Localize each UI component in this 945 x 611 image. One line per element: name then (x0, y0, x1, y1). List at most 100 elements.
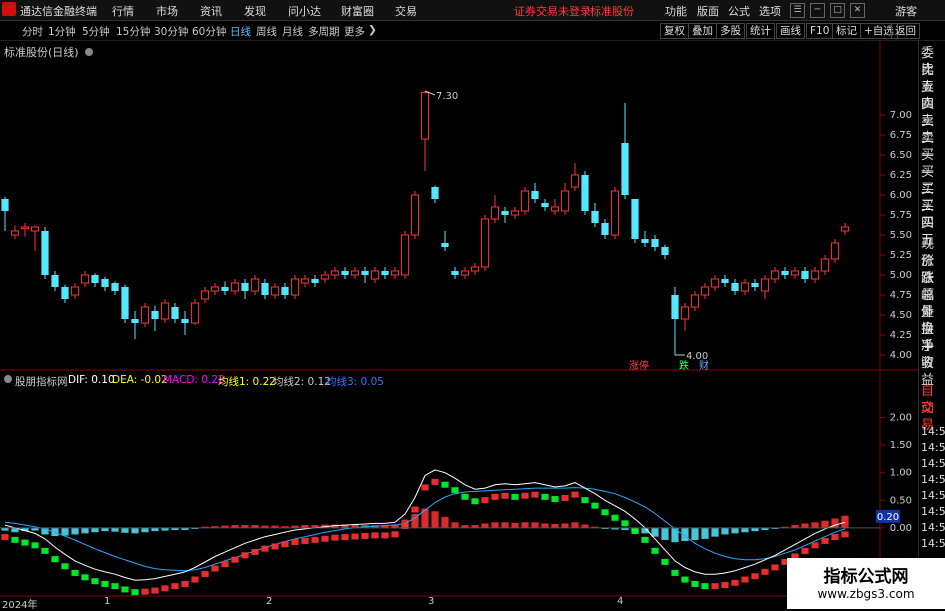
signal-marker (361, 532, 369, 539)
menu-trade[interactable]: 交易 (395, 3, 417, 19)
menu-function[interactable]: 功能 (665, 3, 687, 19)
signal-marker (51, 556, 59, 563)
menu-news[interactable]: 资讯 (200, 3, 222, 19)
candle-body (510, 210, 520, 216)
candle-body (700, 286, 710, 296)
signal-marker (441, 481, 449, 488)
candle-body (591, 211, 599, 223)
signal-marker (331, 534, 339, 541)
period-15min[interactable]: 15分钟 (116, 24, 150, 39)
candle-body (490, 206, 500, 220)
candle-body (210, 286, 220, 292)
period-more[interactable]: 更多 (344, 24, 365, 39)
signal-marker (731, 579, 739, 586)
menu-wealth[interactable]: 财富圈 (341, 3, 374, 19)
multi-stock-button[interactable]: 多股 (716, 23, 745, 39)
menu-market[interactable]: 市场 (156, 3, 178, 19)
statistics-button[interactable]: 统计 (746, 23, 775, 39)
price-tick-label: 5.25 (890, 250, 912, 261)
macd-histogram-bar (551, 523, 559, 528)
signal-marker (421, 484, 429, 491)
indicator-dropdown-icon[interactable] (4, 374, 12, 386)
signal-marker (831, 534, 839, 541)
candle-body (121, 287, 129, 319)
period-weekly[interactable]: 周线 (256, 24, 277, 39)
adjust-button[interactable]: 复权 (660, 23, 689, 39)
candle-body (740, 282, 750, 292)
period-daily[interactable]: 日线 (230, 24, 251, 39)
draw-line-button[interactable]: 画线 (776, 23, 805, 39)
date-label-apr: 4 (617, 596, 624, 607)
trade-login-warning[interactable]: 证券交易未登录 (514, 3, 591, 19)
circle-dropdown-icon[interactable] (85, 48, 94, 56)
candle-body (610, 190, 620, 236)
price-tick-label: 5.50 (890, 230, 912, 241)
signal-marker (641, 536, 649, 543)
price-tick-label: 6.75 (890, 130, 912, 141)
dea-line (4, 487, 846, 572)
period-tick[interactable]: 分时 (22, 24, 43, 39)
high-price-label: 7.30 (436, 91, 458, 102)
period-30min[interactable]: 30分钟 (154, 24, 188, 39)
mark-button[interactable]: 标记 (832, 23, 861, 39)
signal-marker (391, 531, 399, 538)
macd-histogram-bar (641, 527, 649, 534)
candle-body (830, 242, 840, 260)
menu-market-quotes[interactable]: 行情 (112, 3, 134, 19)
price-chart[interactable]: 7.00 6.75 6.50 6.25 6.00 5.75 5.50 5.25 5.00 4.75… (0, 0, 918, 609)
menu-layout[interactable]: 版面 (697, 3, 719, 19)
price-tick-label: 5.75 (890, 210, 912, 221)
close-icon[interactable]: ✕ (850, 3, 865, 18)
price-tick-label: 4.25 (890, 330, 912, 341)
period-monthly[interactable]: 月线 (282, 24, 303, 39)
signal-marker (101, 580, 109, 587)
rp-time-3: 14:56 (921, 473, 945, 486)
candle-body (820, 258, 830, 272)
signal-marker (721, 582, 729, 589)
period-multi[interactable]: 多周期 (308, 24, 340, 39)
title-bar: 通达信金融终端 行情 市场 资讯 发现 问小达 财富圈 交易 证券交易未登录 标… (0, 0, 945, 21)
menu-ask[interactable]: 问小达 (288, 3, 321, 19)
candle-body (751, 283, 759, 287)
period-5min[interactable]: 5分钟 (82, 24, 110, 39)
macd-histogram-bar (731, 527, 739, 534)
guest-label[interactable]: 游客 (895, 3, 917, 19)
macd-histogram-bar (651, 527, 659, 537)
signal-marker (321, 535, 329, 542)
menu-options[interactable]: 选项 (759, 3, 781, 19)
window-menu-icon[interactable]: ☰ (790, 3, 805, 18)
chevron-right-icon[interactable]: ❯ (368, 24, 377, 36)
f10-button[interactable]: F10 (806, 23, 834, 39)
macd-histogram-bar (571, 522, 579, 528)
back-button[interactable]: 返回 (891, 23, 920, 39)
signal-marker (61, 563, 69, 570)
macd-histogram-bar (191, 527, 199, 529)
candle-body (171, 307, 179, 319)
signal-marker (451, 487, 459, 494)
watermark-url: www.zbgs3.com (817, 587, 915, 601)
maximize-icon[interactable]: □ (830, 3, 845, 18)
signal-marker (571, 491, 579, 498)
period-1min[interactable]: 1分钟 (48, 24, 76, 39)
macd-histogram-bar (741, 527, 749, 533)
price-tick-label: 4.50 (890, 310, 912, 321)
candle-body (470, 266, 480, 272)
minimize-icon[interactable]: ─ (810, 3, 825, 18)
signal-marker (771, 564, 779, 571)
candle-body (41, 231, 49, 275)
macd-histogram-bar (501, 522, 509, 528)
macd-histogram-bar (331, 524, 339, 528)
signal-marker (141, 588, 149, 595)
signal-marker (401, 523, 409, 530)
candle-body (790, 270, 800, 276)
candle-body (631, 199, 639, 239)
candle-body (520, 190, 530, 212)
period-60min[interactable]: 60分钟 (192, 24, 226, 39)
signal-marker (251, 548, 259, 555)
macd-histogram-bar (441, 516, 449, 528)
overlay-button[interactable]: 叠加 (688, 23, 717, 39)
menu-formula[interactable]: 公式 (728, 3, 750, 19)
menu-discover[interactable]: 发现 (244, 3, 266, 19)
app-title: 通达信金融终端 (20, 5, 97, 18)
macd-histogram-bar (451, 522, 459, 528)
